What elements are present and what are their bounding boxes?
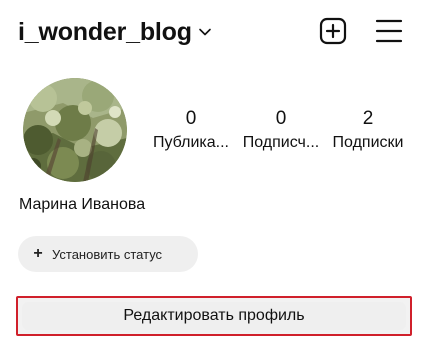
set-status-label: Установить статус [52,246,163,262]
avatar[interactable] [23,78,127,182]
plus-icon: + [33,245,43,262]
stat-followers[interactable]: 0 Подписч... [239,106,323,154]
edit-profile-label: Редактировать профиль [123,307,305,324]
stat-label: Публика... [153,134,229,151]
stat-posts[interactable]: 0 Публика... [150,106,232,154]
stat-label: Подписч... [242,134,320,151]
username: i_wonder_blog [18,18,192,46]
account-switcher[interactable]: i_wonder_blog [18,16,212,48]
plus-square-icon[interactable] [319,17,347,45]
full-name: Марина Иванова [19,196,146,213]
stat-label: Подписки [332,134,404,151]
set-status-button[interactable]: + Установить статус [18,236,198,272]
stat-value: 2 [362,108,374,129]
edit-profile-button[interactable]: Редактировать профиль [16,296,412,336]
stat-following[interactable]: 2 Подписки [326,106,410,154]
stat-value: 0 [185,108,197,129]
profile-header: i_wonder_blog [18,14,410,50]
chevron-down-icon [198,25,212,39]
hamburger-menu-icon[interactable] [375,18,403,44]
stat-value: 0 [275,108,287,129]
